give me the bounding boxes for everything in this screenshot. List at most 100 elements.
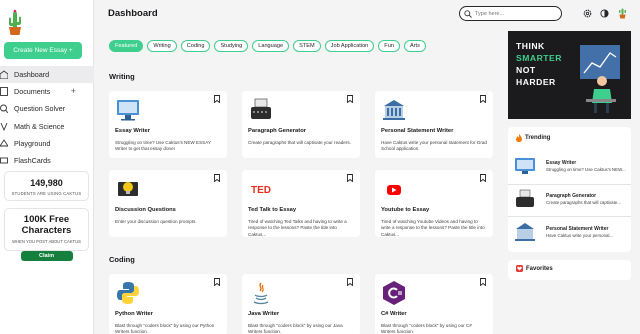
trending-item[interactable]: Paragraph Generator Create paragraphs th… [514,186,626,216]
cactus-logo-icon[interactable] [4,8,26,36]
card-description: Tired of watching Ted Talks and having t… [248,219,347,237]
lightbulb-icon [118,182,138,196]
page-title: Dashboard [108,8,158,19]
trending-item-desc: Have Caktus write your personal... [546,233,614,238]
trending-header: Trending [516,134,550,142]
playground-icon [0,138,8,147]
trending-item[interactable]: Personal Statement Writer Have Caktus wr… [514,219,626,249]
create-essay-button[interactable]: Create New Essay + [4,42,82,59]
divider [508,216,631,217]
question-icon [0,104,8,114]
card-description: Blast through "coders block" by using ou… [115,323,215,334]
bookmark-icon[interactable] [480,174,486,182]
trending-item[interactable]: Essay Writer Struggling on time? Use Cak… [514,153,626,183]
university-icon [383,100,405,120]
nav-label: Question Solver [14,104,66,114]
tool-card-discussion-questions[interactable]: Discussion Questions Enter your discussi… [109,170,227,237]
card-description: Blast through "coders block" by using ou… [248,323,343,334]
chip-writing[interactable]: Writing [147,40,177,52]
favorites-header: Favorites [516,265,553,272]
nav-documents[interactable]: Documents + [0,83,94,100]
nav-label: FlashCards [14,156,51,166]
card-title: Ted Talk to Essay [248,207,297,213]
bookmark-icon[interactable] [214,174,220,182]
chip-arts[interactable]: Arts [403,40,426,52]
math-icon [0,122,8,131]
tool-card-java-writer[interactable]: Java Writer Blast through "coders block"… [242,274,360,334]
tool-card-personal-statement[interactable]: Personal Statement Writer Have Caktus wr… [375,91,493,158]
card-description: Tired of watching Youtube Videos and hav… [381,219,485,237]
flashcards-icon [0,157,8,164]
trending-item-desc: Struggling on time? Use Caktus's NEW... [546,167,626,172]
card-title: Essay Writer [115,128,151,134]
tool-card-youtube[interactable]: Youtube to Essay Tired of watching Youtu… [375,170,493,237]
bookmark-icon[interactable] [480,278,486,286]
chip-featured[interactable]: Featured [109,40,144,52]
nav-flashcards[interactable]: FlashCards [0,152,94,169]
students-count: 149,980 [30,178,63,188]
nav-question-solver[interactable]: Question Solver [0,100,94,117]
student-illustration-icon [580,45,620,113]
tool-card-csharp-writer[interactable]: C# Writer Blast through "coders block" b… [375,274,493,334]
chip-job-application[interactable]: Job Application [324,40,375,52]
favorites-panel[interactable]: Favorites [508,260,631,280]
promo-line-1: THINK [516,41,545,51]
python-icon [117,282,139,304]
nav-dashboard[interactable]: Dashboard [0,66,94,84]
free-characters-card: 100K Free Characters WHEN YOU POST ABOUT… [4,208,89,261]
section-title-writing: Writing [109,72,135,81]
home-icon [0,70,8,79]
tool-card-essay-writer[interactable]: Essay Writer Struggling on time? Use Cak… [109,91,227,158]
theme-toggle-icon[interactable] [600,9,609,18]
cactus-avatar-icon[interactable] [618,8,627,19]
card-description: Struggling on time? Use Caktus's NEW ESS… [115,140,211,152]
typewriter-icon [251,98,271,119]
card-title: Paragraph Generator [248,128,306,134]
card-description: Enter your discussion question prompts. [115,219,197,224]
chip-stem[interactable]: STEM [293,40,321,52]
chip-studying[interactable]: Studying [214,40,249,52]
trending-title: Trending [525,135,551,141]
claim-button[interactable]: Claim [20,251,73,261]
typewriter-icon [516,189,534,207]
chip-coding[interactable]: Coding [180,40,211,52]
card-description: Create paragraphs that will captivate yo… [248,140,351,145]
nav-math-science[interactable]: Math & Science [0,118,94,135]
card-title: Personal Statement Writer [381,128,454,134]
trending-item-desc: Create paragraphs that will captivate... [546,200,621,205]
chip-language[interactable]: Language [252,40,290,52]
search-box[interactable] [459,6,562,21]
search-input[interactable] [475,10,559,17]
trending-panel: Trending Essay Writer Struggling on time… [508,127,631,252]
bookmark-icon[interactable] [347,95,353,103]
tool-card-paragraph-generator[interactable]: Paragraph Generator Create paragraphs th… [242,91,360,158]
csharp-icon [383,281,405,305]
students-label: STUDENTS ARE USING CAKTUS [11,191,82,196]
favorites-title: Favorites [526,265,553,272]
nav-label: Math & Science [14,121,65,131]
card-title: C# Writer [381,311,407,317]
nav-playground[interactable]: Playground [0,135,94,152]
bookmark-icon[interactable] [214,278,220,286]
promo-line-3: NOT [516,65,536,75]
java-icon [253,282,269,305]
add-document-icon[interactable]: + [71,86,76,96]
card-title: Java Writer [248,311,280,317]
nav-label: Documents [14,87,51,97]
bookmark-icon[interactable] [347,174,353,182]
bookmark-icon[interactable] [480,95,486,103]
free-characters-subtitle: WHEN YOU POST ABOUT CAKTUS [12,239,81,244]
nav-label: Playground [14,138,51,148]
trending-item-title: Personal Statement Writer [546,226,609,232]
tool-card-python-writer[interactable]: Python Writer Blast through "coders bloc… [109,274,227,334]
bookmark-icon[interactable] [214,95,220,103]
nav-label: Dashboard [14,70,50,80]
bookmark-icon[interactable] [347,278,353,286]
divider [508,184,631,185]
tool-card-ted-talk[interactable]: TED Ted Talk to Essay Tired of watching … [242,170,360,237]
gear-icon[interactable] [583,9,592,18]
ted-logo-text: TED [251,185,271,196]
monitor-icon [515,158,535,174]
promo-banner[interactable]: THINK SMARTER NOT HARDER [508,31,631,119]
chip-fun[interactable]: Fun [378,40,400,52]
